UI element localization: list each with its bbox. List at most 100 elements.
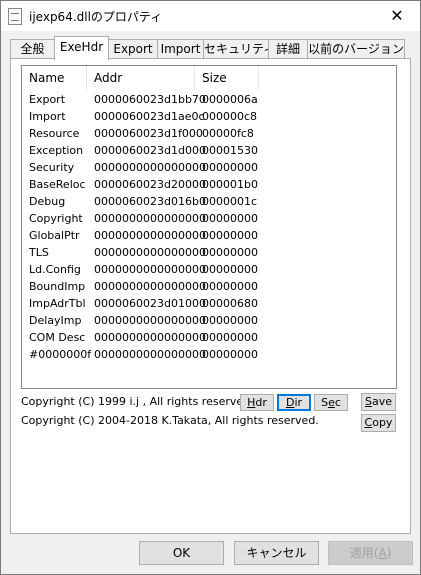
list-item[interactable]: Copyright 0000000000000000 00000000 <box>22 210 382 227</box>
cell-name: GlobalPtr <box>29 229 80 242</box>
save-button[interactable]: Save <box>361 393 396 411</box>
list-item[interactable]: Security 0000000000000000 00000000 <box>22 159 382 176</box>
copy-button[interactable]: Copy <box>361 414 396 432</box>
cell-size: 00000000 <box>202 348 258 361</box>
apply-button[interactable]: 適用(A) <box>328 541 413 565</box>
apply-label-key: A <box>378 546 387 560</box>
list-item[interactable]: COM Desc 0000000000000000 00000000 <box>22 329 382 346</box>
cell-addr: 0000060023d1bb70 <box>94 93 206 106</box>
cell-size: 00000fc8 <box>202 127 254 140</box>
column-header-addr[interactable]: Addr <box>87 66 195 90</box>
list-item[interactable]: Ld.Config 0000000000000000 00000000 <box>22 261 382 278</box>
tab-import[interactable]: Import <box>157 39 204 59</box>
dir-label-post: ir <box>294 396 303 409</box>
cell-addr: 0000060023d01000 <box>94 297 206 310</box>
list-item[interactable]: BaseReloc 0000060023d20000 000001b0 <box>22 176 382 193</box>
sec-label-post: c <box>334 396 341 409</box>
ok-button[interactable]: OK <box>139 541 224 565</box>
hdr-label-post: dr <box>255 396 267 409</box>
list-item[interactable]: Exception 0000060023d1d000 00001530 <box>22 142 382 159</box>
cell-name: BaseReloc <box>29 178 86 191</box>
cell-name: COM Desc <box>29 331 86 344</box>
cell-size: 00000000 <box>202 246 258 259</box>
cell-addr: 0000060023d20000 <box>94 178 206 191</box>
cell-addr: 0000000000000000 <box>94 348 206 361</box>
cell-addr: 0000000000000000 <box>94 314 206 327</box>
close-button[interactable]: ✕ <box>374 1 420 31</box>
save-label-key: S <box>364 395 372 408</box>
apply-label-post: ) <box>386 546 392 560</box>
cell-addr: 0000000000000000 <box>94 246 206 259</box>
cell-addr: 0000000000000000 <box>94 161 206 174</box>
column-header-name[interactable]: Name <box>22 66 87 90</box>
cell-name: Exception <box>29 144 84 157</box>
cancel-button[interactable]: キャンセル <box>234 541 319 565</box>
cell-name: BoundImp <box>29 280 86 293</box>
cell-size: 0000001c <box>202 195 258 208</box>
cell-name: Import <box>29 110 66 123</box>
dir-button[interactable]: Dir <box>277 394 311 411</box>
cell-size: 00000000 <box>202 212 258 225</box>
cell-name: DelayImp <box>29 314 82 327</box>
copyright-line-2: Copyright (C) 2004-2018 K.Takata, All ri… <box>21 414 319 427</box>
cell-name: Debug <box>29 195 66 208</box>
cell-name: TLS <box>29 246 49 259</box>
cell-addr: 0000000000000000 <box>94 212 206 225</box>
list-item[interactable]: Debug 0000060023d016b0 0000001c <box>22 193 382 210</box>
list-item[interactable]: GlobalPtr 0000000000000000 00000000 <box>22 227 382 244</box>
cell-size: 00001530 <box>202 144 258 157</box>
tab-details[interactable]: 詳細 <box>268 39 308 59</box>
properties-window: ijexp64.dllのプロパティ ✕ 全般 ExeHdr Export Imp… <box>0 0 421 575</box>
cell-addr: 0000060023d1d000 <box>94 144 206 157</box>
save-label-post: ave <box>371 395 392 408</box>
cell-name: Security <box>29 161 75 174</box>
list-item[interactable]: DelayImp 0000000000000000 00000000 <box>22 312 382 329</box>
list-item[interactable]: Import 0000060023d1ae0c 000000c8 <box>22 108 382 125</box>
copy-label-post: opy <box>372 416 393 429</box>
close-icon: ✕ <box>390 6 404 25</box>
cell-size: 000000c8 <box>202 110 258 123</box>
cell-addr: 0000000000000000 <box>94 263 206 276</box>
window-title: ijexp64.dllのプロパティ <box>29 10 163 24</box>
list-item[interactable]: ImpAdrTbl 0000060023d01000 00000680 <box>22 295 382 312</box>
cell-size: 00000000 <box>202 263 258 276</box>
cell-name: Resource <box>29 127 80 140</box>
document-icon <box>8 8 22 25</box>
copyright-line-1: Copyright (C) 1999 i.j , All rights rese… <box>21 395 254 408</box>
cell-name: Copyright <box>29 212 83 225</box>
cell-size: 00000000 <box>202 161 258 174</box>
list-header: Name Addr Size <box>22 66 396 90</box>
list-item[interactable]: Resource 0000060023d1f000 00000fc8 <box>22 125 382 142</box>
sec-button[interactable]: Sec <box>314 394 348 411</box>
exehdr-panel: Name Addr Size Export 0000060023d1bb70 000… <box>10 58 411 534</box>
cell-name: Ld.Config <box>29 263 81 276</box>
tab-export[interactable]: Export <box>108 39 158 59</box>
cell-addr: 0000000000000000 <box>94 331 206 344</box>
cell-name: ImpAdrTbl <box>29 297 86 310</box>
cell-addr: 0000060023d1f000 <box>94 127 203 140</box>
list-item[interactable]: TLS 0000000000000000 00000000 <box>22 244 382 261</box>
list-item[interactable]: BoundImp 0000000000000000 00000000 <box>22 278 382 295</box>
cell-size: 00000000 <box>202 229 258 242</box>
cell-name: Export <box>29 93 66 106</box>
cell-addr: 0000060023d016b0 <box>94 195 206 208</box>
tab-exehdr[interactable]: ExeHdr <box>54 36 109 60</box>
list-item[interactable]: Export 0000060023d1bb70 0000006a <box>22 91 382 108</box>
tab-security[interactable]: セキュリティ <box>203 39 275 59</box>
cell-addr: 0000000000000000 <box>94 280 206 293</box>
cell-size: 00000680 <box>202 297 258 310</box>
tab-general[interactable]: 全般 <box>10 39 55 59</box>
cell-size: 00000000 <box>202 280 258 293</box>
list-item[interactable]: #0000000f 0000000000000000 00000000 <box>22 346 382 363</box>
column-header-size[interactable]: Size <box>195 66 259 90</box>
cell-size: 000001b0 <box>202 178 258 191</box>
cell-addr: 0000000000000000 <box>94 229 206 242</box>
tab-previous-versions[interactable]: 以前のバージョン <box>307 39 405 59</box>
cell-addr: 0000060023d1ae0c <box>94 110 205 123</box>
hdr-button[interactable]: Hdr <box>240 394 274 411</box>
apply-label-pre: 適用( <box>349 546 379 560</box>
sec-label-key: e <box>328 396 335 409</box>
title-bar[interactable]: ijexp64.dllのプロパティ ✕ <box>1 1 420 31</box>
data-directory-list[interactable]: Name Addr Size Export 0000060023d1bb70 000… <box>21 65 397 389</box>
cell-name: #0000000f <box>29 348 92 361</box>
